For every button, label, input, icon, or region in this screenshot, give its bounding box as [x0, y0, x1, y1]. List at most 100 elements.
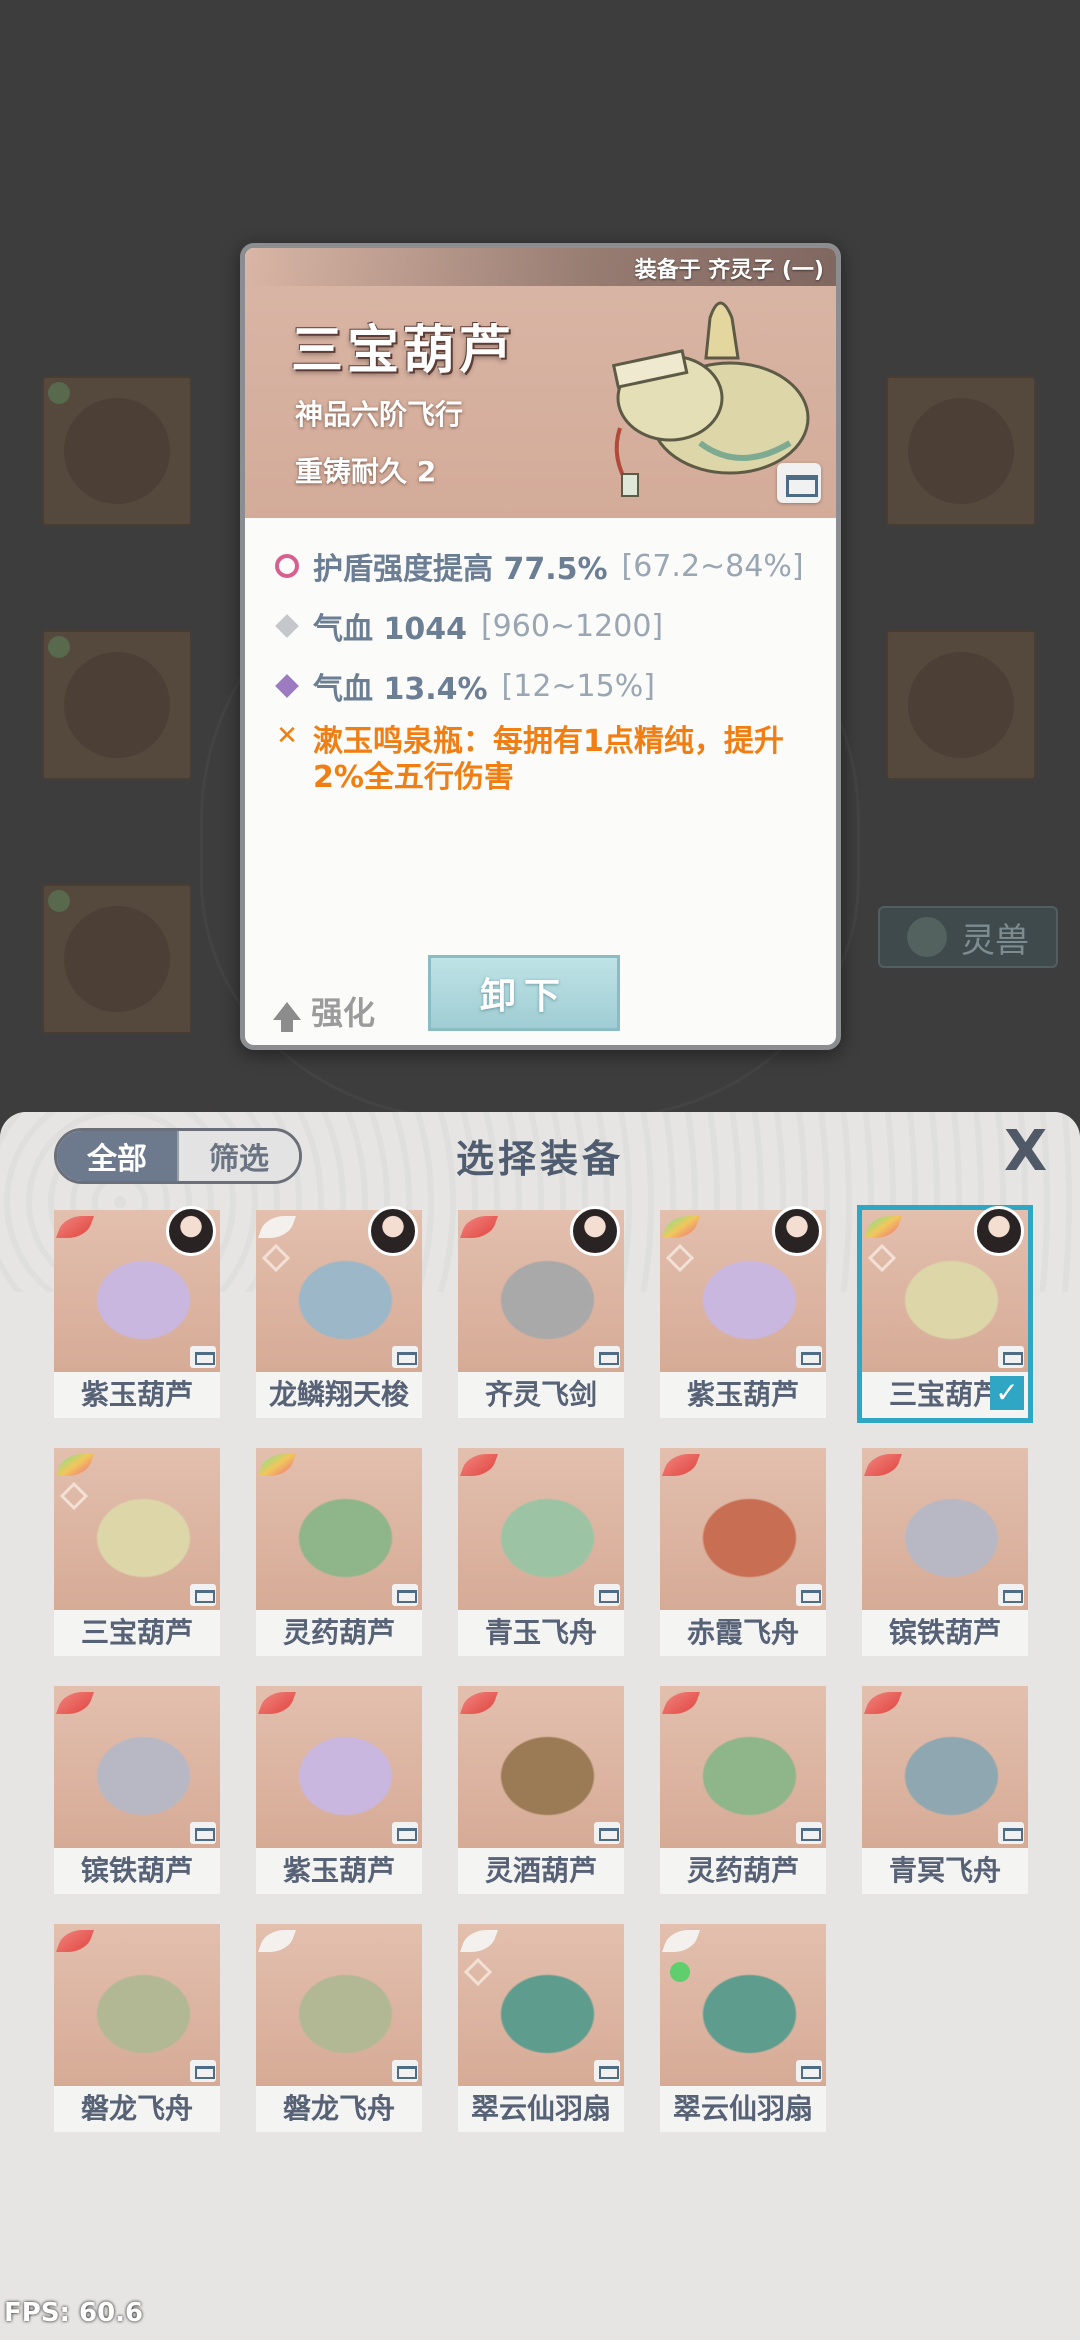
chest-icon: [190, 2060, 216, 2082]
background-equip-slot: [42, 630, 192, 780]
equipment-name: 磐龙飞舟: [54, 2086, 220, 2132]
owner-avatar: [974, 1206, 1024, 1256]
equipment-card[interactable]: 翠云仙羽扇: [458, 1924, 624, 2132]
unequip-button[interactable]: 卸下: [428, 955, 620, 1031]
equipment-card[interactable]: 青玉飞舟: [458, 1448, 624, 1656]
equipment-card[interactable]: 紫玉葫芦: [660, 1206, 826, 1418]
equipment-card[interactable]: 灵药葫芦: [660, 1686, 826, 1894]
purple-diamond-icon: [275, 674, 299, 698]
owner-avatar: [368, 1206, 418, 1256]
chest-icon: [190, 1584, 216, 1606]
equipment-card[interactable]: 青冥飞舟: [862, 1686, 1028, 1894]
equipment-name: 灵酒葫芦: [458, 1848, 624, 1894]
chest-icon: [796, 2060, 822, 2082]
chest-icon: [190, 1346, 216, 1368]
equipment-card[interactable]: 磐龙飞舟: [54, 1924, 220, 2132]
equipment-artwork-icon: [72, 1716, 202, 1816]
equipment-name: 灵药葫芦: [256, 1610, 422, 1656]
equipment-card[interactable]: 灵药葫芦: [256, 1448, 422, 1656]
equipment-name: 翠云仙羽扇: [660, 2086, 826, 2132]
equipment-card[interactable]: 赤霞飞舟: [660, 1448, 826, 1656]
grey-diamond-icon: [275, 614, 299, 638]
equipment-name: 青冥飞舟: [862, 1848, 1028, 1894]
equipment-name: 紫玉葫芦: [660, 1372, 826, 1418]
owner-avatar: [570, 1206, 620, 1256]
equipment-name: 紫玉葫芦: [256, 1848, 422, 1894]
equipment-card[interactable]: 灵酒葫芦: [458, 1686, 624, 1894]
background-equip-slot: [886, 376, 1036, 526]
equipment-name: 翠云仙羽扇: [458, 2086, 624, 2132]
equipment-artwork-icon: [274, 1240, 404, 1340]
detail-header: 装备于 齐灵子 (一) 三宝葫芦 神品六阶飞行 重铸耐久 2: [245, 248, 836, 518]
equipment-artwork-icon: [880, 1240, 1010, 1340]
equipment-artwork-icon: [678, 1240, 808, 1340]
stat-special-effect: ✕ 漱玉鸣泉瓶：每拥有1点精纯，提升2%全五行伤害: [276, 721, 784, 795]
equipment-name: 齐灵飞剑: [458, 1372, 624, 1418]
spirit-beast-icon: [907, 917, 947, 957]
equipment-card[interactable]: 齐灵飞剑: [458, 1206, 624, 1418]
special-rune-icon: ✕: [276, 721, 298, 751]
chest-icon: [594, 2060, 620, 2082]
equipment-name: 紫玉葫芦: [54, 1372, 220, 1418]
chest-icon: [594, 1584, 620, 1606]
chest-icon: [392, 1584, 418, 1606]
equipment-artwork-icon: [476, 1716, 606, 1816]
equipment-name: 三宝葫芦: [54, 1610, 220, 1656]
chest-icon: [796, 1346, 822, 1368]
enhance-button[interactable]: 强化: [273, 988, 375, 1034]
equipment-artwork-icon: [72, 1240, 202, 1340]
stat-shield: 护盾强度提高 77.5% [67.2~84%]: [275, 544, 804, 588]
spirit-beast-tab: 灵兽: [878, 906, 1058, 968]
equipment-artwork-icon: [678, 1716, 808, 1816]
close-button[interactable]: X: [1004, 1124, 1047, 1180]
chest-icon: [796, 1584, 822, 1606]
recast-durability: 重铸耐久 2: [295, 455, 437, 488]
equipment-card[interactable]: 紫玉葫芦: [54, 1206, 220, 1418]
fps-counter: FPS: 60.6: [4, 2298, 144, 2328]
equipment-card[interactable]: 镔铁葫芦: [862, 1448, 1028, 1656]
equipment-card[interactable]: 翠云仙羽扇: [660, 1924, 826, 2132]
equipment-artwork-icon: [72, 1954, 202, 2054]
equipment-name: 青玉飞舟: [458, 1610, 624, 1656]
chest-icon: [392, 1346, 418, 1368]
flame-icon: [275, 554, 299, 578]
game-screen: { "detail": { "equipped_to": "装备于 齐灵子 (一…: [0, 0, 1080, 2340]
background-equip-slot: [42, 884, 192, 1034]
equipment-card[interactable]: 三宝葫芦 ✓: [857, 1205, 1033, 1423]
checkmark-icon: ✓: [990, 1376, 1024, 1410]
equipment-artwork-icon: [476, 1240, 606, 1340]
chest-icon: [594, 1346, 620, 1368]
equipment-card[interactable]: 三宝葫芦: [54, 1448, 220, 1656]
equipment-name: 三宝葫芦: [291, 321, 516, 381]
chest-icon: [392, 2060, 418, 2082]
equipment-card[interactable]: 镔铁葫芦: [54, 1686, 220, 1894]
equipment-name: 镔铁葫芦: [862, 1610, 1028, 1656]
equipment-name: 赤霞飞舟: [660, 1610, 826, 1656]
stat-hp: 气血 1044 [960~1200]: [275, 604, 663, 648]
equipment-card[interactable]: 紫玉葫芦: [256, 1686, 422, 1894]
panel-title: 选择装备: [455, 1137, 624, 1181]
stat-hp-percent: 气血 13.4% [12~15%]: [275, 664, 655, 708]
equipment-artwork-icon: [678, 1954, 808, 2054]
equipment-artwork-icon: [880, 1716, 1010, 1816]
arrow-up-icon: [273, 1002, 301, 1032]
equipment-artwork-icon: [72, 1478, 202, 1578]
chest-icon: [190, 1822, 216, 1844]
equipment-artwork-icon: [678, 1478, 808, 1578]
chest-icon: [998, 1346, 1024, 1368]
owner-avatar: [166, 1206, 216, 1256]
equipment-name: 磐龙飞舟: [256, 2086, 422, 2132]
chest-icon: [796, 1822, 822, 1844]
lock-chest-icon[interactable]: [777, 463, 821, 503]
chest-icon: [392, 1822, 418, 1844]
equipment-select-panel: 全部 筛选 选择装备 X 紫玉葫芦 龙鳞翔天梭 齐灵飞剑 紫玉葫芦 三宝葫芦 ✓ 三宝葫芦灵…: [0, 1112, 1080, 2340]
background-equip-slot: [42, 376, 192, 526]
equipment-card[interactable]: 龙鳞翔天梭: [256, 1206, 422, 1418]
equipment-artwork-icon: [476, 1954, 606, 2054]
equipment-artwork-icon: [274, 1716, 404, 1816]
chest-icon: [998, 1822, 1024, 1844]
background-equip-slot: [886, 630, 1036, 780]
equipment-grade: 神品六阶飞行: [295, 398, 464, 431]
equipment-card[interactable]: 磐龙飞舟: [256, 1924, 422, 2132]
equipment-name: 镔铁葫芦: [54, 1848, 220, 1894]
